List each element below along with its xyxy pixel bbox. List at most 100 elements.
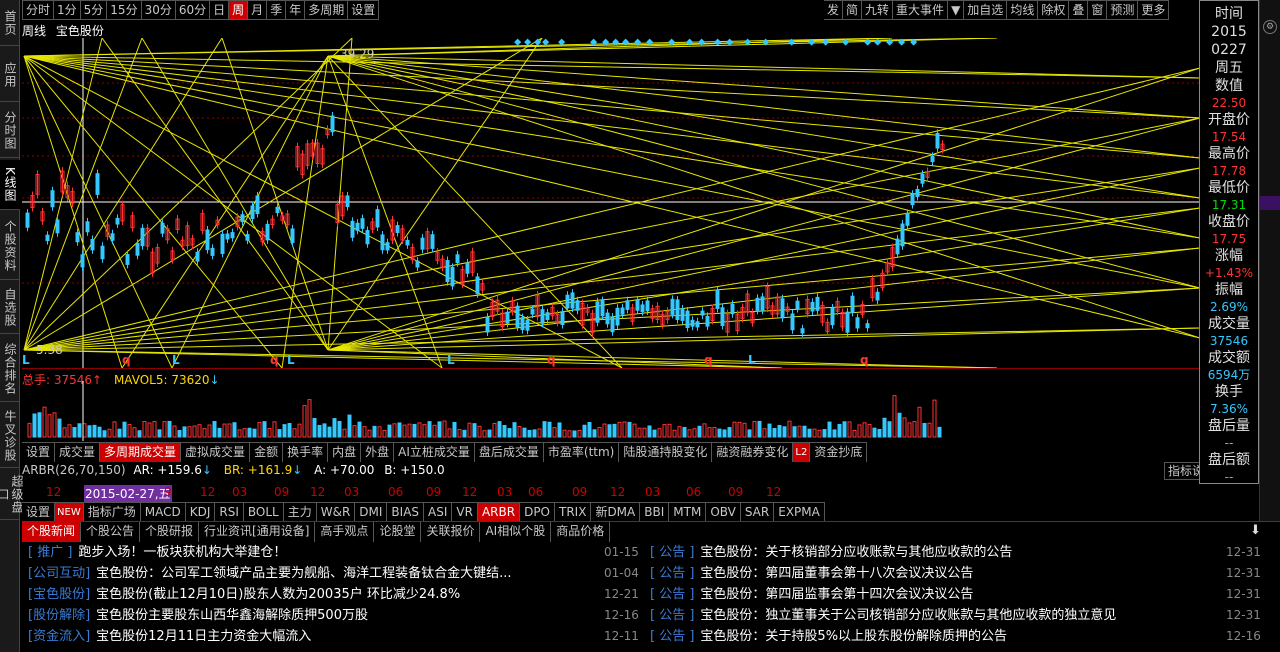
indicator-tab[interactable]: NEW <box>55 502 84 522</box>
tool-button[interactable]: 窗 <box>1088 0 1108 20</box>
download-icon[interactable]: ⬇ <box>1250 523 1261 538</box>
period-tab[interactable]: 季 <box>267 0 287 20</box>
indicator-tab[interactable]: ARBR <box>477 502 521 522</box>
indicator-tab[interactable]: W&R <box>316 502 356 522</box>
event-marker-icon[interactable] <box>542 38 550 46</box>
event-marker-icon[interactable] <box>602 38 610 46</box>
news-item[interactable]: [ 推广 ] 跑步入场！一板块获机构大举建仓！ <box>28 542 286 563</box>
period-tab[interactable]: 60分 <box>175 0 211 20</box>
indicator-tab[interactable]: 资金抄底 <box>810 442 868 462</box>
period-tab[interactable]: 月 <box>248 0 268 20</box>
tool-button[interactable]: 发 <box>824 0 844 20</box>
news-item[interactable]: [宝色股份] 宝色股份(截止12月10日)股东人数为20035户 环比减少24.8… <box>28 584 460 605</box>
indicator-tab[interactable]: BBI <box>640 502 670 522</box>
left-nav-item[interactable]: 自选股 <box>0 282 20 334</box>
tool-button[interactable]: 九转 <box>862 0 894 20</box>
settings-gear-icon[interactable]: ⚙ <box>1263 20 1277 34</box>
indicator-tab[interactable]: VR <box>452 502 478 522</box>
news-tab[interactable]: 商品价格 <box>551 522 611 542</box>
indicator-tab[interactable]: KDJ <box>185 502 216 522</box>
indicator-tab[interactable]: DPO <box>520 502 555 522</box>
tool-button[interactable]: 更多 <box>1138 0 1170 20</box>
left-nav-item[interactable]: 超级盘口 <box>0 470 24 520</box>
indicator-tab[interactable]: 设置 <box>22 502 56 522</box>
news-tab[interactable]: 个股公告 <box>81 522 141 542</box>
indicator-tab[interactable]: L2 <box>793 442 811 462</box>
news-tab[interactable]: 行业资讯[通用设备] <box>199 522 316 542</box>
indicator-tab[interactable]: 虚拟成交量 <box>181 442 251 462</box>
period-tab[interactable]: 日 <box>210 0 230 20</box>
event-marker-icon[interactable] <box>726 38 734 46</box>
period-tab[interactable]: 设置 <box>348 0 380 20</box>
indicator-tab[interactable]: ASI <box>424 502 453 522</box>
indicator-tab[interactable]: SAR <box>740 502 775 522</box>
news-tab[interactable]: 个股新闻 <box>22 522 82 542</box>
news-item[interactable]: [股份解除] 宝色股份主要股东山西华鑫海解除质押500万股 <box>28 605 368 626</box>
event-marker-icon[interactable] <box>514 38 522 46</box>
tool-button[interactable]: 加自选 <box>964 0 1008 20</box>
indicator-tab[interactable]: 多周期成交量 <box>100 442 182 462</box>
news-item[interactable]: [公司互动] 宝色股份：公司军工领域产品主要为舰船、海洋工程装备钛合金大键结... <box>28 563 512 584</box>
indicator-tab[interactable]: EXPMA <box>774 502 825 522</box>
news-item[interactable]: [ 公告 ] 宝色股份：第四届监事会第十四次会议决议公告 <box>650 584 973 605</box>
left-nav-item[interactable]: 综合排名 <box>0 336 20 402</box>
period-tab[interactable]: 15分 <box>107 0 142 20</box>
scroll-marker[interactable] <box>1260 196 1280 210</box>
news-item[interactable]: [资金流入] 宝色股份12月11日主力资金大幅流入 <box>28 626 311 647</box>
indicator-tab[interactable]: RSI <box>215 502 244 522</box>
period-tab[interactable]: 30分 <box>141 0 176 20</box>
tool-button[interactable]: 叠 <box>1069 0 1089 20</box>
tool-button[interactable]: ▼ <box>948 0 965 20</box>
news-tab[interactable]: AI相似个股 <box>480 522 552 542</box>
indicator-tab[interactable]: 融资融券变化 <box>712 442 794 462</box>
news-tab[interactable]: 论股堂 <box>374 522 422 542</box>
indicator-tab[interactable]: 市盈率(ttm) <box>543 442 620 462</box>
left-nav-item[interactable]: 分时图 <box>0 104 20 158</box>
indicator-tab[interactable]: 设置 <box>22 442 56 462</box>
tool-button[interactable]: 除权 <box>1038 0 1070 20</box>
news-tab[interactable]: 关联报价 <box>421 522 481 542</box>
indicator-tab[interactable]: 盘后成交量 <box>474 442 544 462</box>
indicator-tab[interactable]: DMI <box>355 502 388 522</box>
left-nav-item[interactable]: 应用 <box>0 48 20 102</box>
period-tab[interactable]: 1分 <box>54 0 81 20</box>
news-item[interactable]: [ 公告 ] 宝色股份：第四届董事会第十八次会议决议公告 <box>650 563 973 584</box>
indicator-tab[interactable]: BIAS <box>387 502 425 522</box>
indicator-tab[interactable]: AI立桩成交量 <box>394 442 475 462</box>
news-item[interactable]: [ 公告 ] 宝色股份：独立董事关于公司核销部分应收账款与其他应收款的独立意见 <box>650 605 1116 626</box>
period-tab[interactable]: 分时 <box>22 0 55 20</box>
indicator-tab[interactable]: 指标广场 <box>83 502 141 522</box>
indicator-tab[interactable]: 陆股通持股变化 <box>619 442 713 462</box>
event-marker-icon[interactable] <box>714 38 722 46</box>
volume-panel[interactable]: 总手: 37546↑ MAVOL5: 73620↓ <box>22 368 1200 442</box>
indicator-tab[interactable]: 换手率 <box>283 442 329 462</box>
period-tab[interactable]: 年 <box>286 0 306 20</box>
tool-button[interactable]: 重大事件 <box>893 0 949 20</box>
period-tab[interactable]: 多周期 <box>305 0 349 20</box>
indicator-tab[interactable]: 主力 <box>283 502 317 522</box>
indicator-tab[interactable]: 成交量 <box>55 442 101 462</box>
tool-button[interactable]: 均线 <box>1007 0 1039 20</box>
indicator-tab[interactable]: 外盘 <box>361 442 395 462</box>
news-tab[interactable]: 高手观点 <box>315 522 375 542</box>
news-tab[interactable]: 个股研报 <box>140 522 200 542</box>
indicator-tab[interactable]: TRIX <box>555 502 592 522</box>
left-nav-item[interactable]: 个股资料 <box>0 212 20 280</box>
news-item[interactable]: [ 公告 ] 宝色股份：关于持股5%以上股东股份解除质押的公告 <box>650 626 1007 647</box>
indicator-tab[interactable]: 内盘 <box>328 442 362 462</box>
indicator-tab[interactable]: OBV <box>706 502 741 522</box>
period-tab[interactable]: 周 <box>229 0 249 20</box>
event-marker-icon[interactable] <box>864 38 872 46</box>
indicator-tab[interactable]: 新DMA <box>591 502 641 522</box>
indicator-tab[interactable]: 金额 <box>250 442 284 462</box>
indicator-tab[interactable]: BOLL <box>243 502 284 522</box>
news-item[interactable]: [ 公告 ] 宝色股份：关于核销部分应收账款与其他应收款的公告 <box>650 542 1012 563</box>
left-nav-item[interactable]: 牛叉诊股 <box>0 404 20 468</box>
tool-button[interactable]: 简 <box>843 0 863 20</box>
left-nav-item[interactable]: K线图 <box>0 160 20 210</box>
indicator-tab[interactable]: MACD <box>140 502 186 522</box>
period-tab[interactable]: 5分 <box>80 0 108 20</box>
tool-button[interactable]: 预测 <box>1107 0 1139 20</box>
left-nav-item[interactable]: 首页 <box>0 0 20 46</box>
kline-chart[interactable]: 39.295.38L q Lq L Lq q Lq <box>22 38 1200 368</box>
